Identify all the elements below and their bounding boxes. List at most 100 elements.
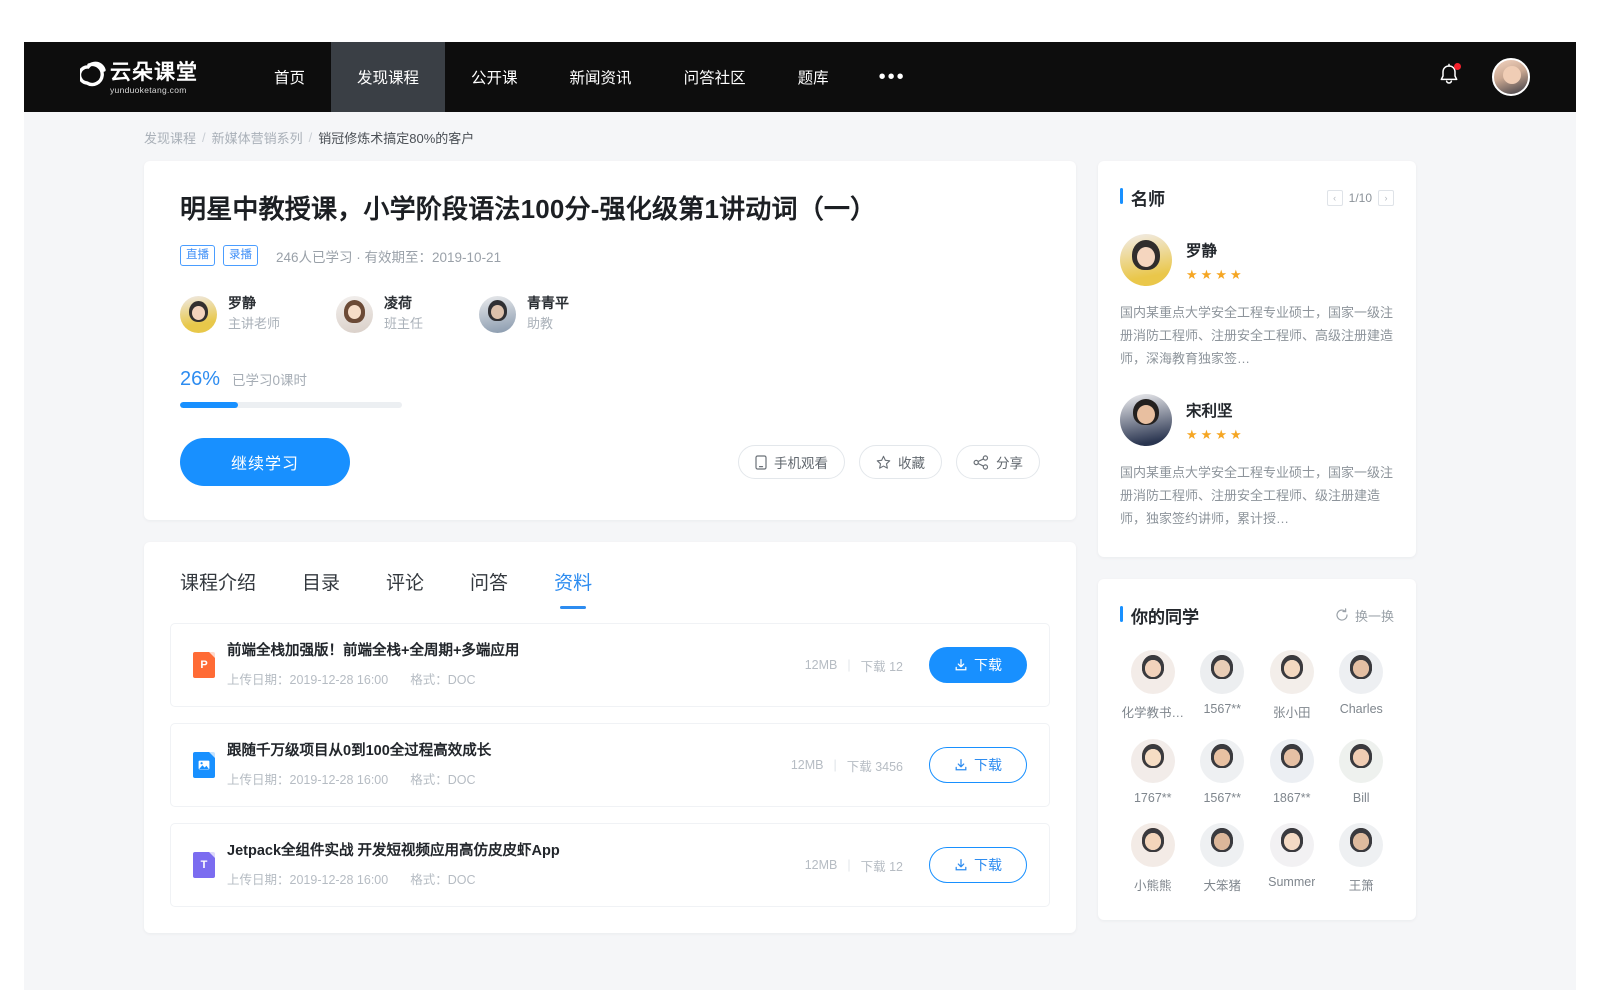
refresh-icon xyxy=(1335,608,1349,622)
resource-stats: 12MB | 下载 12 xyxy=(805,856,903,875)
list-item[interactable]: 跟随千万级项目从0到100全过程高效成长 上传日期：2019-12-28 16:… xyxy=(170,723,1050,807)
classmate-item[interactable]: 张小田 xyxy=(1259,650,1325,721)
tab-qa[interactable]: 问答 xyxy=(470,568,508,611)
progress-header: 26% 已学习0课时 xyxy=(180,368,1040,391)
refresh-classmates-button[interactable]: 换一换 xyxy=(1335,606,1394,625)
famous-teacher-head: 宋利坚 ★ ★ ★ ★ xyxy=(1120,394,1394,446)
nav-more-icon[interactable]: ••• xyxy=(855,42,930,112)
classmate-name: Bill xyxy=(1353,791,1370,805)
stat-divider: | xyxy=(847,658,850,672)
favorite-button[interactable]: 收藏 xyxy=(859,445,942,479)
nav-item-news[interactable]: 新闻资讯 xyxy=(544,42,658,112)
classmate-item[interactable]: Charles xyxy=(1329,650,1395,721)
nav-item-list: 首页 发现课程 公开课 新闻资讯 问答社区 题库 ••• xyxy=(248,42,930,112)
resource-subinfo: 上传日期：2019-12-28 16:00 格式：DOC xyxy=(227,669,519,688)
classmate-name: Charles xyxy=(1340,702,1383,716)
stat-divider: | xyxy=(833,758,836,772)
resource-right: 12MB | 下载 12 下载 xyxy=(805,647,1027,683)
star-icon: ★ xyxy=(1215,268,1227,281)
resource-list: P 前端全栈加强版！前端全栈+全周期+多端应用 上传日期：2019-12-28 … xyxy=(144,611,1076,907)
status-badge-live: 直播 xyxy=(180,245,215,267)
list-item[interactable]: P 前端全栈加强版！前端全栈+全周期+多端应用 上传日期：2019-12-28 … xyxy=(170,623,1050,707)
nav-item-discover-courses[interactable]: 发现课程 xyxy=(331,42,445,112)
classmates-title: 你的同学 xyxy=(1120,603,1199,628)
download-button[interactable]: 下载 xyxy=(929,647,1027,683)
progress-percent: 26% xyxy=(180,368,220,391)
avatar[interactable] xyxy=(1492,58,1530,96)
teacher-list: 罗静 主讲老师 凌荷 班主任 xyxy=(180,294,1040,334)
teacher-name: 青青平 xyxy=(527,294,569,313)
classmate-name: 1767** xyxy=(1134,791,1172,805)
tab-course-intro[interactable]: 课程介绍 xyxy=(180,568,256,611)
classmate-item[interactable]: 大笨猪 xyxy=(1190,823,1256,894)
course-summary-card: 明星中教授课，小学阶段语法100分-强化级第1讲动词（一） 直播 录播 246人… xyxy=(144,161,1076,520)
teacher-item[interactable]: 凌荷 班主任 xyxy=(336,294,423,334)
rating-stars: ★ ★ ★ ★ xyxy=(1186,268,1242,281)
tab-materials[interactable]: 资料 xyxy=(554,568,592,611)
classmate-item[interactable]: 王箫 xyxy=(1329,823,1395,894)
notification-bell-button[interactable] xyxy=(1438,63,1460,92)
watch-on-phone-button[interactable]: 手机观看 xyxy=(738,445,845,479)
avatar xyxy=(1339,650,1383,694)
download-button[interactable]: 下载 xyxy=(929,747,1027,783)
teacher-name: 凌荷 xyxy=(384,294,423,313)
rating-stars: ★ ★ ★ ★ xyxy=(1186,428,1242,441)
teacher-item[interactable]: 青青平 助教 xyxy=(479,294,569,334)
list-item[interactable]: T Jetpack全组件实战 开发短视频应用高仿皮皮虾App 上传日期：2019… xyxy=(170,823,1050,907)
chevron-right-icon[interactable]: › xyxy=(1378,190,1394,206)
screenshot-root: 云朵课堂 yunduoketang.com 首页 发现课程 公开课 新闻资讯 问… xyxy=(0,0,1600,990)
watch-on-phone-label: 手机观看 xyxy=(774,452,828,472)
breadcrumb-separator: / xyxy=(309,130,313,145)
star-icon: ★ xyxy=(1215,428,1227,441)
page-content: 明星中教授课，小学阶段语法100分-强化级第1讲动词（一） 直播 录播 246人… xyxy=(24,161,1576,933)
course-action-row: 继续学习 手机观看 xyxy=(180,438,1040,486)
download-button[interactable]: 下载 xyxy=(929,847,1027,883)
classmate-item[interactable]: Bill xyxy=(1329,739,1395,805)
famous-teachers-title: 名师 xyxy=(1120,185,1165,210)
classmate-item[interactable]: 1867** xyxy=(1259,739,1325,805)
classmate-item[interactable]: 化学教书… xyxy=(1120,650,1186,721)
progress-bar-fill xyxy=(180,402,238,408)
avatar xyxy=(479,296,516,333)
star-icon: ★ xyxy=(1201,268,1213,281)
famous-teacher-name: 罗静 xyxy=(1186,239,1242,261)
resource-stats: 12MB | 下载 12 xyxy=(805,656,903,675)
share-icon xyxy=(973,455,989,470)
famous-teacher-item[interactable]: 宋利坚 ★ ★ ★ ★ 国内某重点大学安全工程专业硕士，国家一级注册消防工程师、… xyxy=(1120,394,1394,530)
teacher-item[interactable]: 罗静 主讲老师 xyxy=(180,294,280,334)
resource-size: 12MB xyxy=(805,858,838,872)
nav-item-qa-community[interactable]: 问答社区 xyxy=(658,42,772,112)
classmate-item[interactable]: 1567** xyxy=(1190,739,1256,805)
chevron-left-icon[interactable]: ‹ xyxy=(1327,190,1343,206)
classmate-item[interactable]: 1767** xyxy=(1120,739,1186,805)
nav-item-home[interactable]: 首页 xyxy=(248,42,331,112)
resource-size: 12MB xyxy=(791,758,824,772)
famous-teacher-desc: 国内某重点大学安全工程专业硕士，国家一级注册消防工程师、注册安全工程师、高级注册… xyxy=(1120,302,1394,370)
resource-name: 前端全栈加强版！前端全栈+全周期+多端应用 xyxy=(227,642,519,661)
classmate-item[interactable]: 1567** xyxy=(1190,650,1256,721)
star-icon: ★ xyxy=(1186,268,1198,281)
cloud-logo-icon xyxy=(80,60,110,94)
share-button[interactable]: 分享 xyxy=(956,445,1040,479)
resource-downloads: 下载 12 xyxy=(861,656,903,675)
tab-comments[interactable]: 评论 xyxy=(386,568,424,611)
site-logo[interactable]: 云朵课堂 yunduoketang.com xyxy=(24,42,218,112)
breadcrumb-item-0[interactable]: 发现课程 xyxy=(144,128,196,147)
nav-item-open-class[interactable]: 公开课 xyxy=(445,42,544,112)
classmate-item[interactable]: 小熊熊 xyxy=(1120,823,1186,894)
famous-teacher-item[interactable]: 罗静 ★ ★ ★ ★ 国内某重点大学安全工程专业硕士，国家一级注册消防工程师、注… xyxy=(1120,234,1394,370)
continue-learning-button[interactable]: 继续学习 xyxy=(180,438,350,486)
teacher-role: 主讲老师 xyxy=(228,315,280,334)
famous-teachers-card: 名师 ‹ 1/10 › 罗静 xyxy=(1098,161,1416,557)
download-label: 下载 xyxy=(974,855,1002,875)
resource-texts: Jetpack全组件实战 开发短视频应用高仿皮皮虾App 上传日期：2019-1… xyxy=(227,842,560,889)
star-icon: ★ xyxy=(1230,268,1242,281)
progress-section: 26% 已学习0课时 xyxy=(180,368,1040,408)
refresh-label: 换一换 xyxy=(1355,606,1394,625)
logo-mark: 云朵课堂 yunduoketang.com xyxy=(80,60,198,94)
tab-catalog[interactable]: 目录 xyxy=(302,568,340,611)
resource-subinfo: 上传日期：2019-12-28 16:00 格式：DOC xyxy=(227,769,491,788)
nav-item-question-bank[interactable]: 题库 xyxy=(772,42,855,112)
breadcrumb-item-1[interactable]: 新媒体营销系列 xyxy=(212,128,303,147)
classmate-item[interactable]: Summer xyxy=(1259,823,1325,894)
